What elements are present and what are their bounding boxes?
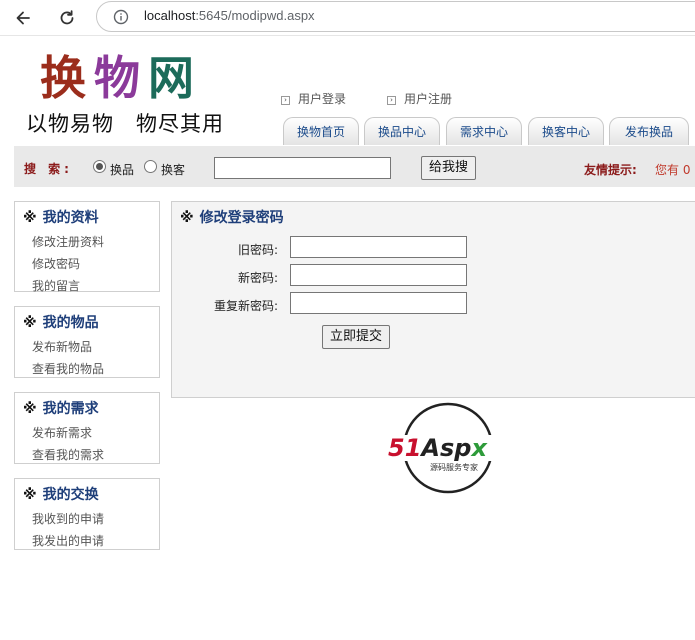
search-label: 搜 索:	[24, 162, 73, 176]
reference-mark-icon: ※	[23, 487, 37, 503]
badge-tagline: 源码服务专家	[430, 462, 478, 472]
site-slogan: 以物易物 物尽其用	[26, 112, 224, 136]
tip-label: 友情提示:	[584, 163, 637, 177]
badge-brand-text: 51Aspx	[388, 434, 488, 462]
sidebar-demands: ※ 我的需求 发布新需求 查看我的需求	[14, 392, 160, 464]
brand-badge[interactable]: 51Aspx 源码服务专家	[386, 402, 512, 494]
sidebar-item-publish-goods[interactable]: 发布新物品	[32, 338, 92, 355]
reference-mark-icon: ※	[180, 210, 194, 226]
logo-char-1: 换	[40, 51, 94, 105]
reference-mark-icon: ※	[23, 401, 37, 417]
arrow-icon: ›	[387, 96, 396, 105]
search-input[interactable]	[214, 157, 391, 179]
submit-button[interactable]: 立即提交	[322, 325, 390, 349]
register-link[interactable]: › 用户注册	[387, 90, 452, 107]
url-text: localhost:5645/modipwd.aspx	[144, 8, 315, 23]
sidebar-item-received-requests[interactable]: 我收到的申请	[32, 510, 104, 527]
repeat-password-label: 重复新密码:	[213, 299, 278, 313]
sidebar-item-view-goods[interactable]: 查看我的物品	[32, 360, 104, 377]
sidebar-item-sent-requests[interactable]: 我发出的申请	[32, 532, 104, 549]
radio-traders-label: 换客	[161, 163, 186, 177]
login-link-label: 用户登录	[298, 92, 347, 106]
new-password-label: 新密码:	[237, 271, 278, 285]
new-password-input[interactable]	[290, 264, 467, 286]
tab-demand-center[interactable]: 需求中心	[446, 117, 522, 145]
radio-traders[interactable]	[144, 160, 157, 173]
sidebar-title-demands: ※ 我的需求	[23, 398, 99, 418]
sidebar-title-label: 我的交换	[42, 487, 99, 503]
repeat-password-input[interactable]	[290, 292, 467, 314]
arrow-icon: ›	[281, 96, 290, 105]
address-bar[interactable]: localhost:5645/modipwd.aspx	[96, 1, 695, 32]
sidebar-goods: ※ 我的物品 发布新物品 查看我的物品	[14, 306, 160, 378]
reference-mark-icon: ※	[23, 210, 37, 226]
login-link[interactable]: › 用户登录	[281, 90, 346, 107]
sidebar-exchanges: ※ 我的交换 我收到的申请 我发出的申请	[14, 478, 160, 550]
search-bar: 搜 索: 换品 换客 给我搜 友情提示: 您有 0	[14, 146, 695, 187]
url-path: :5645/modipwd.aspx	[195, 8, 315, 23]
tab-trader-center[interactable]: 换客中心	[528, 117, 604, 145]
reference-mark-icon: ※	[23, 315, 37, 331]
tip-text[interactable]: 您有 0	[655, 161, 690, 178]
radio-goods-label: 换品	[110, 163, 135, 177]
logo-char-3: 网	[148, 51, 202, 105]
sidebar-profile: ※ 我的资料 修改注册资料 修改密码 我的留言	[14, 201, 160, 294]
sidebar-title-label: 我的资料	[42, 210, 99, 226]
change-password-panel: ※ 修改登录密码 旧密码: 新密码: 重复新密码: 立即提交	[171, 201, 695, 398]
sidebar-title-profile: ※ 我的资料	[23, 207, 99, 227]
sidebar-item-change-password[interactable]: 修改密码	[32, 255, 80, 272]
page-title-label: 修改登录密码	[199, 210, 284, 226]
back-icon[interactable]	[10, 5, 36, 31]
sidebar-title-exchanges: ※ 我的交换	[23, 484, 99, 504]
site-logo[interactable]: 换物网	[40, 42, 202, 108]
site-info-icon[interactable]	[113, 9, 129, 28]
radio-goods[interactable]	[93, 160, 106, 173]
old-password-label: 旧密码:	[237, 243, 278, 257]
tab-home[interactable]: 换物首页	[283, 117, 359, 145]
sidebar-item-publish-demand[interactable]: 发布新需求	[32, 424, 92, 441]
register-link-label: 用户注册	[404, 92, 453, 106]
tab-goods-center[interactable]: 换品中心	[364, 117, 440, 145]
sidebar-item-my-messages[interactable]: 我的留言	[32, 277, 80, 294]
sidebar-title-label: 我的物品	[42, 315, 99, 331]
page-title: ※ 修改登录密码	[180, 207, 284, 227]
logo-char-2: 物	[94, 51, 148, 105]
reload-icon[interactable]	[54, 5, 80, 31]
search-button[interactable]: 给我搜	[421, 156, 476, 180]
url-host: localhost	[144, 8, 196, 23]
sidebar-item-edit-profile[interactable]: 修改注册资料	[32, 233, 104, 250]
old-password-input[interactable]	[290, 236, 467, 258]
sidebar-title-label: 我的需求	[42, 401, 99, 417]
sidebar-item-view-demands[interactable]: 查看我的需求	[32, 446, 104, 463]
sidebar-title-goods: ※ 我的物品	[23, 312, 99, 332]
tab-publish-goods[interactable]: 发布换品	[609, 117, 689, 145]
browser-toolbar: localhost:5645/modipwd.aspx	[0, 0, 695, 36]
